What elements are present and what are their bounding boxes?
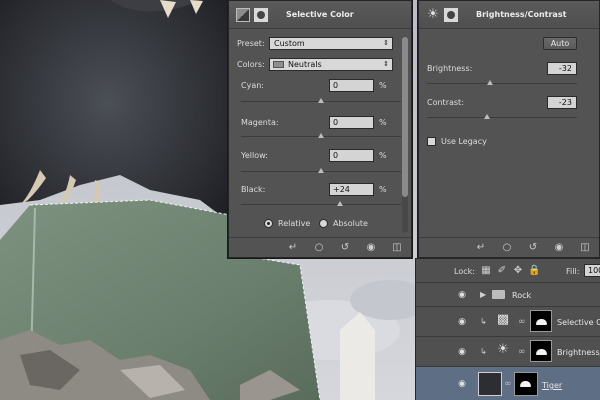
panel-scrollbar[interactable] — [402, 37, 408, 233]
lock-transparent-icon[interactable]: ▦ — [480, 265, 492, 276]
lock-row: Lock: ▦ ✐ ✥ 🔒 Fill: 100 — [416, 259, 600, 283]
contrast-label: Contrast: — [427, 98, 464, 107]
brightness-slider-track[interactable] — [427, 83, 577, 84]
layer-mask-icon[interactable] — [254, 7, 268, 22]
percent-unit: % — [379, 81, 387, 90]
panel-header: ☀ Brightness/Contrast — [419, 1, 599, 29]
layer-row-selective-color[interactable]: ◉ ↳ ▩ ∞ Selective C... — [416, 307, 600, 337]
layer-row-brightness-contrast[interactable]: ◉ ↳ ☀ ∞ Brightness/... — [416, 337, 600, 367]
fill-field[interactable]: 100 — [584, 264, 600, 277]
auto-button[interactable]: Auto — [543, 37, 577, 50]
brightness-sun-icon: ☀ — [497, 342, 509, 357]
updown-arrow-icon: ⇕ — [383, 60, 389, 68]
updown-arrow-icon: ⇕ — [383, 39, 389, 47]
fill-label: Fill: — [566, 267, 580, 276]
lock-label: Lock: — [454, 267, 475, 276]
slider-track[interactable] — [241, 204, 401, 205]
selective-color-icon: ▩ — [496, 312, 510, 327]
absolute-radio[interactable] — [319, 219, 328, 228]
clipping-arrow-icon: ↳ — [480, 317, 487, 326]
panel-title: Selective Color — [286, 10, 354, 19]
contrast-value-field[interactable]: -23 — [547, 96, 577, 109]
clip-to-layer-icon[interactable]: ↵ — [287, 242, 299, 253]
black-value-field[interactable]: +24 — [329, 183, 374, 196]
absolute-label: Absolute — [333, 219, 368, 228]
use-legacy-label: Use Legacy — [441, 137, 487, 146]
colors-label: Colors: — [237, 60, 265, 69]
layer-mask-thumbnail[interactable] — [530, 340, 552, 362]
contrast-slider-thumb[interactable] — [484, 114, 490, 119]
panel-footer: ↵ ○ ↺ ◉ ◫ — [419, 237, 599, 257]
visibility-eye-icon[interactable]: ◉ — [456, 290, 468, 300]
swatch-icon — [273, 61, 284, 68]
selective-color-panel: Selective Color Preset: Custom ⇕ Colors:… — [228, 0, 412, 258]
panel-header: Selective Color — [229, 1, 411, 29]
layer-mask-thumbnail[interactable] — [530, 310, 552, 332]
slider-thumb[interactable] — [318, 98, 324, 103]
visibility-eye-icon[interactable]: ◉ — [365, 242, 377, 253]
slider-label: Magenta: — [241, 118, 279, 127]
contrast-slider-track[interactable] — [427, 117, 577, 118]
link-chain-icon[interactable]: ∞ — [518, 347, 526, 357]
lock-move-icon[interactable]: ✥ — [512, 265, 524, 276]
relative-radio[interactable] — [264, 219, 273, 228]
layer-row-rock[interactable]: ◉ ▶ Rock — [416, 283, 600, 307]
percent-unit: % — [379, 185, 387, 194]
preset-value: Custom — [274, 39, 305, 48]
brightness-sun-icon: ☀ — [427, 6, 439, 22]
layers-panel: Lock: ▦ ✐ ✥ 🔒 Fill: 100 ◉ ▶ Rock ◉ ↳ ▩ ∞… — [415, 258, 600, 400]
preset-select[interactable]: Custom ⇕ — [269, 37, 393, 50]
lock-brush-icon[interactable]: ✐ — [496, 265, 508, 276]
layer-name: Rock — [512, 291, 532, 300]
colors-value: Neutrals — [288, 60, 322, 69]
view-previous-icon[interactable]: ○ — [313, 242, 325, 253]
selective-color-icon — [236, 7, 250, 22]
visibility-eye-icon[interactable]: ◉ — [553, 242, 565, 253]
layer-mask-thumbnail[interactable] — [514, 372, 538, 396]
magenta-value-field[interactable]: 0 — [329, 116, 374, 129]
relative-label: Relative — [278, 219, 311, 228]
lock-all-icon[interactable]: 🔒 — [528, 265, 540, 276]
slider-label: Yellow: — [241, 151, 268, 160]
slider-thumb[interactable] — [318, 133, 324, 138]
trash-icon[interactable]: ◫ — [391, 242, 403, 253]
brightness-contrast-panel: ☀ Brightness/Contrast Auto Brightness: -… — [418, 0, 600, 258]
visibility-eye-icon[interactable]: ◉ — [456, 379, 468, 389]
slider-label: Black: — [241, 185, 266, 194]
link-chain-icon[interactable]: ∞ — [504, 379, 512, 389]
layer-mask-icon[interactable] — [444, 7, 458, 22]
panel-title: Brightness/Contrast — [476, 10, 567, 19]
slider-label: Cyan: — [241, 81, 264, 90]
yellow-value-field[interactable]: 0 — [329, 149, 374, 162]
use-legacy-checkbox[interactable] — [427, 137, 436, 146]
reset-icon[interactable]: ↺ — [527, 242, 539, 253]
percent-unit: % — [379, 151, 387, 160]
view-previous-icon[interactable]: ○ — [501, 242, 513, 253]
trash-icon[interactable]: ◫ — [579, 242, 591, 253]
brightness-label: Brightness: — [427, 64, 473, 73]
clip-to-layer-icon[interactable]: ↵ — [475, 242, 487, 253]
brightness-value-field[interactable]: -32 — [547, 62, 577, 75]
layer-row-tiger[interactable]: ◉ ∞ Tiger — [416, 367, 600, 400]
layer-name: Brightness/... — [557, 348, 600, 357]
reset-icon[interactable]: ↺ — [339, 242, 351, 253]
expand-triangle-icon[interactable]: ▶ — [480, 290, 486, 299]
scrollbar-thumb[interactable] — [402, 37, 408, 197]
colors-select[interactable]: Neutrals ⇕ — [269, 58, 393, 71]
layer-name: Selective C... — [557, 318, 600, 327]
brightness-slider-thumb[interactable] — [487, 80, 493, 85]
link-chain-icon[interactable]: ∞ — [518, 317, 526, 327]
panel-footer: ↵ ○ ↺ ◉ ◫ — [229, 237, 411, 257]
percent-unit: % — [379, 118, 387, 127]
slider-thumb[interactable] — [318, 168, 324, 173]
preset-label: Preset: — [237, 39, 265, 48]
cyan-value-field[interactable]: 0 — [329, 79, 374, 92]
folder-icon — [492, 290, 505, 299]
slider-thumb[interactable] — [337, 201, 344, 206]
visibility-eye-icon[interactable]: ◉ — [456, 317, 468, 327]
layer-name: Tiger — [542, 381, 563, 390]
visibility-eye-icon[interactable]: ◉ — [456, 347, 468, 357]
clipping-arrow-icon: ↳ — [480, 347, 487, 356]
tiger-thumbnail[interactable] — [478, 372, 502, 396]
